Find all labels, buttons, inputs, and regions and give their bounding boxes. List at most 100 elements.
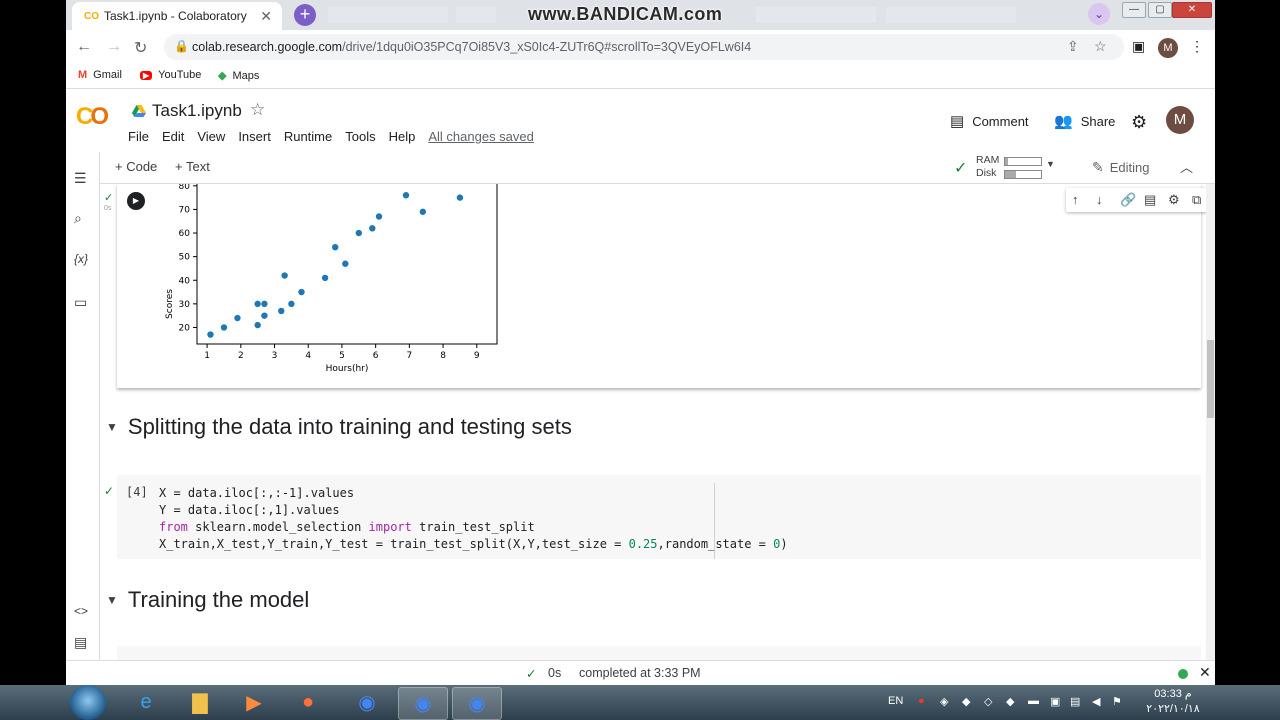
- back-icon[interactable]: ←: [76, 38, 92, 56]
- variables-icon[interactable]: {x}: [74, 252, 88, 266]
- table-of-contents-icon[interactable]: ☰: [74, 170, 87, 187]
- ram-bar: [1004, 157, 1042, 166]
- scrollbar-thumb[interactable]: [1207, 340, 1214, 418]
- share-button[interactable]: 👥 Share: [1054, 112, 1115, 130]
- gmail-icon: M: [78, 69, 88, 81]
- notebook-title[interactable]: Task1.ipynb: [132, 101, 242, 121]
- cell-settings-icon[interactable]: ⚙: [1168, 192, 1180, 208]
- firefox-icon[interactable]: ●: [284, 687, 332, 718]
- menu-file[interactable]: File: [128, 129, 149, 144]
- tray-app-icon-6[interactable]: ▣: [1050, 695, 1060, 708]
- x-axis-label: Hours(hr): [326, 364, 369, 374]
- code-snippets-icon[interactable]: <>: [74, 604, 88, 618]
- forward-icon[interactable]: →: [106, 38, 122, 56]
- output-cell[interactable]: 1 2 3 4 5 6 7 8 9 20 30 40 50 60 70 80 Hours(hr) Scores: [117, 184, 1201, 388]
- tab-colab[interactable]: CO Task1.ipynb - Colaboratory ✕: [72, 2, 282, 30]
- internet-explorer-icon[interactable]: e: [122, 687, 170, 718]
- tray-app-icon-5[interactable]: ▬: [1028, 695, 1039, 707]
- resource-monitor[interactable]: ✓ RAM Disk ▼: [954, 153, 1055, 181]
- bookmark-maps[interactable]: ◆ Maps: [218, 69, 259, 83]
- comment-icon: ▤: [950, 113, 965, 130]
- tray-app-icon-2[interactable]: ◆: [962, 695, 970, 708]
- collapse-header-icon[interactable]: ︿: [1180, 157, 1193, 176]
- comment-button[interactable]: ▤ Comment: [950, 112, 1029, 130]
- editing-mode-button[interactable]: ✎ Editing: [1092, 159, 1149, 176]
- network-icon[interactable]: ▤: [1070, 695, 1080, 708]
- code-editor[interactable]: X = data.iloc[:,:-1].values Y = data.ilo…: [159, 485, 788, 553]
- share-label: Share: [1080, 113, 1116, 129]
- files-icon[interactable]: ▭: [74, 294, 87, 311]
- chrome-profile-active-icon[interactable]: ◉: [452, 687, 502, 720]
- link-icon[interactable]: 🔗: [1120, 192, 1136, 208]
- bookmark-youtube[interactable]: ▶ YouTube: [140, 69, 201, 81]
- bandicam-watermark: www.BANDICAM.com: [528, 4, 723, 24]
- search-icon[interactable]: ⌕: [74, 210, 82, 227]
- status-close-icon[interactable]: ✕: [1199, 664, 1211, 681]
- mirror-cell-icon[interactable]: ⧉: [1192, 192, 1201, 208]
- menu-runtime[interactable]: Runtime: [284, 129, 332, 144]
- colab-logo[interactable]: CO: [76, 103, 109, 131]
- save-status-link[interactable]: All changes saved: [428, 129, 534, 144]
- reload-icon[interactable]: ↻: [134, 38, 147, 58]
- start-button[interactable]: [70, 685, 106, 720]
- settings-button[interactable]: ⚙: [1131, 112, 1155, 133]
- url-text[interactable]: colab.research.google.com/drive/1dqu0iO3…: [192, 40, 751, 54]
- lock-icon[interactable]: 🔒: [174, 39, 189, 53]
- code-cell[interactable]: [4] X = data.iloc[:,:-1].values Y = data…: [117, 475, 1201, 559]
- browser-menu-icon[interactable]: ⋮: [1190, 38, 1204, 55]
- section-heading-training[interactable]: ▼ Training the model: [106, 587, 309, 613]
- file-explorer-icon[interactable]: ▇: [176, 687, 224, 718]
- side-panel-icon[interactable]: ▣: [1132, 38, 1145, 55]
- maps-icon: ◆: [218, 70, 227, 82]
- system-clock[interactable]: 03:33 م ٢٠٢٢/١٠/١٨: [1140, 687, 1206, 717]
- language-indicator[interactable]: EN: [888, 695, 903, 707]
- browser-profile-avatar[interactable]: M: [1158, 38, 1178, 58]
- menu-insert[interactable]: Insert: [238, 129, 271, 144]
- tab-title: Task1.ipynb - Colaboratory: [104, 9, 247, 23]
- chrome-icon[interactable]: ◉: [343, 687, 391, 718]
- tray-app-icon[interactable]: ◈: [940, 695, 948, 708]
- notebook-scrollbar[interactable]: [1206, 184, 1215, 660]
- bookmark-gmail[interactable]: M Gmail: [78, 69, 122, 81]
- menu-help[interactable]: Help: [389, 129, 416, 144]
- maximize-icon[interactable]: ▢: [1148, 2, 1172, 18]
- share-page-icon[interactable]: ⇪: [1067, 38, 1079, 55]
- background-tab-1[interactable]: [328, 7, 448, 23]
- menu-edit[interactable]: Edit: [162, 129, 184, 144]
- star-icon[interactable]: ☆: [250, 100, 265, 120]
- background-tab-3[interactable]: [756, 7, 876, 23]
- volume-icon[interactable]: ◀: [1092, 695, 1100, 708]
- record-icon[interactable]: ●: [918, 695, 925, 707]
- background-tab-2[interactable]: [456, 7, 496, 23]
- scatter-point: [419, 208, 427, 215]
- tab-strip: CO Task1.ipynb - Colaboratory ✕ + www.BA…: [66, 0, 1215, 30]
- section-heading-splitting[interactable]: ▼ Splitting the data into training and t…: [106, 414, 572, 440]
- run-cell-button[interactable]: ▶: [127, 192, 145, 210]
- collapse-section-icon[interactable]: ▼: [106, 593, 118, 607]
- tab-close-icon[interactable]: ✕: [260, 8, 272, 25]
- bookmark-star-icon[interactable]: ☆: [1094, 38, 1107, 55]
- flag-icon[interactable]: ⚑: [1112, 695, 1122, 708]
- move-down-icon[interactable]: ↓: [1096, 192, 1103, 207]
- media-player-icon[interactable]: ▶: [230, 687, 278, 718]
- chrome-profile-icon[interactable]: ◉: [398, 687, 448, 720]
- minimize-icon[interactable]: —: [1122, 2, 1146, 18]
- tray-app-icon-3[interactable]: ◇: [984, 695, 992, 708]
- tab-search-icon[interactable]: ⌄: [1088, 3, 1110, 25]
- collapse-section-icon[interactable]: ▼: [106, 420, 118, 434]
- resource-dropdown-icon[interactable]: ▼: [1046, 159, 1055, 169]
- comment-cell-icon[interactable]: ▤: [1144, 192, 1156, 208]
- next-code-cell[interactable]: [117, 646, 1201, 660]
- command-palette-icon[interactable]: ▤: [74, 634, 87, 651]
- window-close-icon[interactable]: ✕: [1172, 2, 1212, 18]
- add-code-button[interactable]: + Code: [115, 159, 157, 174]
- background-tab-4[interactable]: [886, 7, 1016, 23]
- tray-app-icon-4[interactable]: ◆: [1006, 695, 1014, 708]
- menu-tools[interactable]: Tools: [345, 129, 375, 144]
- new-tab-button[interactable]: +: [294, 4, 316, 26]
- add-text-button[interactable]: + Text: [175, 159, 210, 174]
- move-up-icon[interactable]: ↑: [1072, 192, 1079, 207]
- address-bar[interactable]: 🔒 colab.research.google.com/drive/1dqu0i…: [164, 34, 1124, 60]
- menu-view[interactable]: View: [197, 129, 225, 144]
- user-avatar[interactable]: M: [1166, 106, 1194, 134]
